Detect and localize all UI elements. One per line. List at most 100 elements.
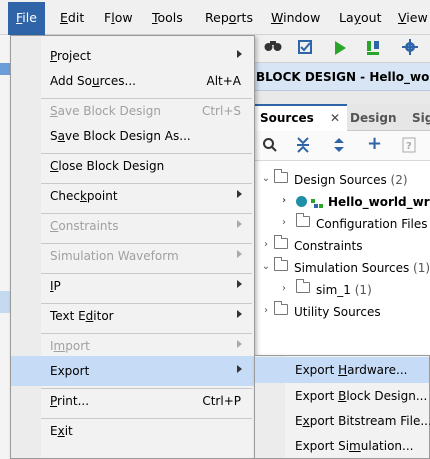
tab-signals-label: Sig — [412, 111, 430, 125]
chevron-right-icon[interactable]: › — [278, 217, 290, 228]
menu-item-label: Add Sources... — [50, 74, 136, 88]
tree-item-label: sim_1 — [316, 283, 351, 297]
menu-item-label: Project — [50, 49, 92, 63]
menu-window[interactable]: Window — [271, 10, 320, 25]
menu-layout[interactable]: Layout — [339, 10, 382, 25]
menu-item-ip[interactable]: IP — [11, 271, 254, 301]
menu-item-label: Export Simulation... — [295, 439, 414, 453]
menu-item-shortcut: Ctrl+P — [202, 394, 241, 408]
menu-item-close-block-design[interactable]: Close Block Design — [11, 151, 254, 181]
menu-item-label: IP — [50, 279, 61, 293]
menu-tools[interactable]: Tools — [152, 10, 183, 25]
menu-item-export-hardware[interactable]: Export Hardware... — [255, 357, 429, 383]
properties-icon[interactable]: ? — [402, 137, 416, 157]
menu-edit[interactable]: Edit — [60, 10, 84, 25]
submenu-arrow-icon — [237, 50, 242, 58]
menu-item-checkpoint[interactable]: Checkpoint — [11, 181, 254, 211]
menu-item-export-bitstream-file[interactable]: Export Bitstream File... — [255, 408, 430, 434]
submenu-arrow-icon — [237, 310, 242, 318]
tree-item-count: (2) — [390, 173, 408, 187]
tree-item-label: Utility Sources — [294, 305, 381, 319]
folder-icon — [296, 279, 310, 293]
folder-icon — [274, 301, 288, 315]
menu-item-export-block-design[interactable]: Export Block Design... — [255, 383, 429, 409]
tree-item-label: Constraints — [294, 239, 363, 253]
submenu-arrow-icon — [237, 280, 242, 288]
program-device-icon[interactable] — [365, 39, 381, 62]
sources-tab-row: Sources ✕ Design Sig — [252, 104, 430, 131]
hierarchy-icon — [311, 197, 323, 208]
tree-item-label: Configuration Files — [316, 217, 428, 231]
block-design-title: BLOCK DESIGN - Hello_world — [256, 70, 430, 84]
menu-file[interactable]: File — [8, 2, 45, 35]
tree-item-count: (1) — [413, 261, 430, 275]
main-toolbar — [252, 35, 430, 63]
submenu-arrow-icon — [237, 340, 242, 348]
chevron-right-icon[interactable]: › — [260, 239, 272, 250]
check-box-icon[interactable] — [297, 39, 313, 60]
tab-design-label: Design — [350, 111, 397, 125]
submenu-arrow-icon — [237, 250, 242, 258]
tree-item-label: Hello_world_wrap — [328, 195, 430, 209]
menu-item-print[interactable]: Print... Ctrl+P — [11, 386, 254, 416]
design-source-icon — [296, 196, 307, 207]
menu-item-label: Constraints — [50, 219, 119, 233]
menu-item-save-block-design-as[interactable]: Save Block Design As... — [11, 121, 254, 151]
folder-icon — [274, 235, 288, 249]
menu-view[interactable]: View — [398, 10, 428, 25]
block-design-title-bar: BLOCK DESIGN - Hello_world — [252, 63, 430, 91]
submenu-arrow-icon — [237, 365, 242, 373]
expand-all-icon[interactable] — [332, 137, 346, 157]
menu-item-label: Save Block Design — [50, 104, 161, 118]
chevron-right-icon[interactable]: › — [278, 283, 290, 294]
menu-flow[interactable]: Flow — [104, 10, 133, 25]
menu-item-label: Print... — [50, 394, 90, 408]
chevron-down-icon[interactable]: ⌄ — [260, 261, 272, 272]
chevron-right-icon[interactable]: › — [278, 195, 290, 206]
run-icon[interactable] — [332, 39, 348, 62]
export-submenu: Export Hardware... Export Block Design..… — [254, 355, 430, 459]
folder-icon — [296, 213, 310, 227]
add-sources-icon[interactable]: + — [367, 133, 382, 154]
menu-item-shortcut: Ctrl+S — [201, 104, 241, 118]
menu-item-label: Export Block Design... — [295, 389, 428, 403]
menu-item-constraints: Constraints — [11, 211, 254, 241]
submenu-arrow-icon — [237, 220, 242, 228]
folder-icon — [274, 257, 288, 271]
close-icon[interactable]: ✕ — [330, 111, 340, 125]
tab-sources[interactable]: Sources ✕ — [252, 104, 347, 131]
tree-item-label: Design Sources — [294, 173, 387, 187]
gear-icon[interactable] — [402, 39, 418, 60]
menu-item-label: Text Editor — [50, 309, 114, 323]
menu-item-export[interactable]: Export — [11, 356, 254, 386]
menu-item-label: Export — [50, 364, 90, 378]
menu-item-label: Exit — [50, 424, 73, 438]
menu-item-text-editor[interactable]: Text Editor — [11, 301, 254, 331]
sources-toolbar: + ? — [252, 131, 430, 161]
file-menu-dropdown: Project Add Sources... Alt+A Save Block … — [10, 35, 255, 459]
menu-item-add-sources[interactable]: Add Sources... Alt+A — [11, 66, 254, 96]
menu-item-label: Export Bitstream File... — [295, 414, 430, 428]
tab-signals[interactable]: Sig — [412, 104, 430, 131]
tab-sources-label: Sources — [260, 111, 314, 125]
chevron-right-icon[interactable]: › — [260, 305, 272, 316]
menu-item-label: Export Hardware... — [295, 363, 408, 377]
menu-item-label: Checkpoint — [50, 189, 118, 203]
binoculars-icon[interactable] — [264, 39, 282, 58]
folder-icon — [274, 169, 288, 183]
menu-item-export-simulation[interactable]: Export Simulation... — [255, 433, 429, 459]
tab-design[interactable]: Design — [350, 104, 397, 131]
tree-item-label: Simulation Sources — [294, 261, 410, 275]
menu-item-label: Import — [50, 339, 90, 353]
menu-reports[interactable]: Reports — [205, 10, 253, 25]
svg-text:?: ? — [406, 141, 412, 152]
search-icon[interactable] — [262, 137, 278, 157]
menu-item-label: Save Block Design As... — [50, 129, 191, 143]
menu-item-label: Close Block Design — [50, 159, 165, 173]
menu-item-simulation-waveform: Simulation Waveform — [11, 241, 254, 271]
collapse-all-icon[interactable] — [296, 137, 310, 157]
menu-bar: File Edit Flow Tools Reports Window Layo… — [0, 0, 430, 35]
menu-item-exit[interactable]: Exit — [11, 416, 254, 446]
submenu-arrow-icon — [237, 190, 242, 198]
chevron-down-icon[interactable]: ⌄ — [260, 173, 272, 184]
